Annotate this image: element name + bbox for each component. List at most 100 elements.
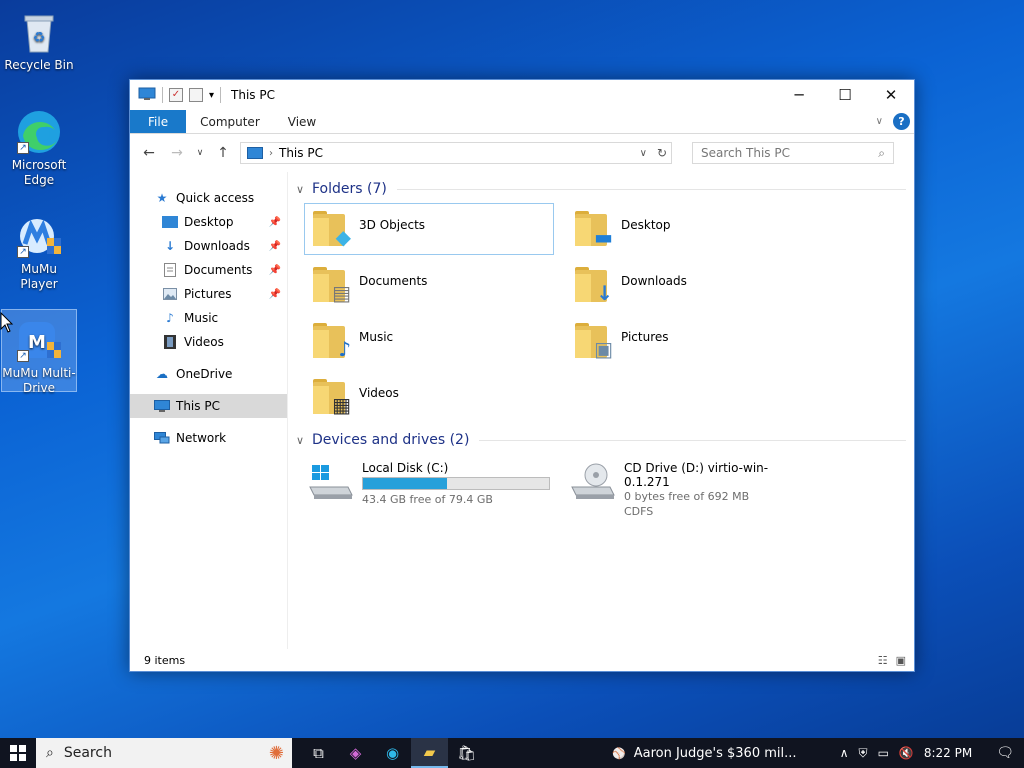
document-icon: [162, 263, 178, 277]
forward-button[interactable]: →: [166, 145, 188, 161]
edge-taskbar-icon[interactable]: ◉: [374, 738, 411, 768]
folder-documents[interactable]: ▤ Documents: [304, 259, 554, 311]
chevron-down-icon: ∨: [296, 433, 305, 447]
download-arrow-icon: ↓: [164, 239, 176, 253]
desktop-icon-recycle-bin[interactable]: ♻ Recycle Bin: [1, 8, 77, 73]
picture-icon: [162, 287, 178, 301]
drives-grid: Local Disk (C:) 43.4 GB free of 79.4 GB …: [296, 451, 906, 518]
search-input[interactable]: Search This PC ⌕: [692, 142, 894, 164]
folder-pictures[interactable]: ▣ Pictures: [566, 315, 816, 367]
3d-objects-folder-icon: ◆: [311, 208, 351, 248]
drive-local-disk-c[interactable]: Local Disk (C:) 43.4 GB free of 79.4 GB: [304, 457, 558, 513]
start-button[interactable]: [0, 738, 36, 768]
ribbon: File Computer View ∨ ?: [130, 110, 914, 134]
title-bar[interactable]: ✓ ▾ This PC ─ ☐ ✕: [130, 80, 914, 110]
nav-item-pictures[interactable]: Pictures 📌: [130, 282, 287, 306]
volume-muted-icon[interactable]: 🔇: [899, 746, 914, 760]
desktop-folder-icon: ▬: [573, 208, 613, 248]
svg-text:M: M: [28, 332, 46, 353]
shortcut-arrow-icon: ↗: [17, 246, 29, 258]
copilot-icon[interactable]: ◈: [337, 738, 374, 768]
maximize-button[interactable]: ☐: [822, 80, 868, 110]
desktop-icon-mumu-player[interactable]: ↗ MuMu Player: [1, 212, 77, 292]
refresh-icon[interactable]: ↻: [657, 146, 667, 160]
chevron-right-icon: ›: [269, 147, 273, 159]
drives-group-header[interactable]: ∨ Devices and drives (2): [296, 429, 906, 451]
tab-file[interactable]: File: [130, 110, 187, 133]
taskbar-search-box[interactable]: ⌕ Search ✺: [36, 738, 292, 768]
network-status-icon[interactable]: ▭: [878, 746, 889, 760]
hard-drive-icon: [308, 461, 354, 501]
folder-videos[interactable]: ▦ Videos: [304, 371, 554, 423]
drive-name: CD Drive (D:) virtio-win-0.1.271: [624, 461, 769, 489]
group-title: Devices and drives (2): [312, 432, 470, 448]
clock[interactable]: 8:22 PM: [924, 746, 972, 760]
close-button[interactable]: ✕: [868, 80, 914, 110]
nav-item-network[interactable]: Network: [130, 426, 287, 450]
task-view-icon[interactable]: ⧉: [300, 738, 337, 768]
nav-item-downloads[interactable]: ↓ Downloads 📌: [130, 234, 287, 258]
new-folder-icon[interactable]: [189, 88, 203, 102]
divider: [162, 87, 163, 103]
folder-desktop[interactable]: ▬ Desktop: [566, 203, 816, 255]
security-icon[interactable]: ⛨: [859, 746, 868, 761]
file-explorer-taskbar-icon[interactable]: ▰: [411, 738, 448, 768]
address-dropdown-icon[interactable]: ∨: [640, 148, 647, 159]
pin-icon: 📌: [268, 240, 281, 252]
up-button[interactable]: ↑: [212, 145, 234, 161]
folder-music[interactable]: ♪ Music: [304, 315, 554, 367]
properties-icon[interactable]: ✓: [169, 88, 183, 102]
nav-label: OneDrive: [176, 367, 233, 381]
window-controls: ─ ☐ ✕: [776, 80, 914, 110]
windows-logo-icon: [10, 745, 26, 761]
item-count: 9 items: [144, 653, 186, 667]
this-pc-icon: [138, 87, 156, 104]
address-bar[interactable]: › This PC ∨ ↻: [240, 142, 672, 164]
back-button[interactable]: ←: [138, 145, 160, 161]
folders-grid: ◆ 3D Objects ▬ Desktop ▤ Documents ↓ Dow…: [296, 200, 906, 423]
folder-3d-objects[interactable]: ◆ 3D Objects: [304, 203, 554, 255]
nav-item-desktop[interactable]: Desktop 📌: [130, 210, 287, 234]
tab-view[interactable]: View: [274, 110, 330, 133]
nav-label: Desktop: [184, 215, 234, 229]
store-icon[interactable]: 🛍: [448, 738, 485, 768]
search-placeholder: Search This PC: [701, 146, 790, 160]
drive-usage-bar: [362, 477, 550, 490]
expand-ribbon-icon[interactable]: ∨: [876, 116, 883, 127]
nav-item-videos[interactable]: Videos: [130, 330, 287, 354]
news-widget[interactable]: ⚾ Aaron Judge's $360 mil...: [612, 746, 797, 761]
mumu-player-icon: ↗: [15, 212, 63, 260]
customize-quick-access-icon[interactable]: ▾: [209, 90, 214, 101]
minimize-button[interactable]: ─: [776, 80, 822, 110]
details-view-icon[interactable]: ☷: [878, 654, 888, 667]
desktop-icon-label: Microsoft Edge: [11, 158, 67, 187]
nav-item-documents[interactable]: Documents 📌: [130, 258, 287, 282]
nav-item-music[interactable]: ♪ Music: [130, 306, 287, 330]
network-icon: [154, 431, 170, 445]
news-headline: Aaron Judge's $360 mil...: [633, 745, 797, 761]
show-hidden-icons-icon[interactable]: ∧: [840, 746, 849, 760]
desktop-icon-label: Recycle Bin: [4, 58, 74, 72]
notifications-icon[interactable]: 🗨: [996, 745, 1014, 761]
folders-group-header[interactable]: ∨ Folders (7): [296, 178, 906, 200]
nav-item-quick-access[interactable]: ★ Quick access: [130, 186, 287, 210]
nav-item-onedrive[interactable]: ☁ OneDrive: [130, 362, 287, 386]
nav-label: Pictures: [184, 287, 232, 301]
drive-free-space: 0 bytes free of 692 MB: [624, 490, 750, 503]
mumu-multi-drive-icon: M ↗: [15, 316, 63, 364]
nav-label: Downloads: [184, 239, 250, 253]
folder-downloads[interactable]: ↓ Downloads: [566, 259, 816, 311]
folder-name: 3D Objects: [359, 218, 426, 232]
nav-item-this-pc[interactable]: This PC: [130, 394, 287, 418]
film-icon: [162, 335, 178, 349]
tab-computer[interactable]: Computer: [186, 110, 274, 133]
drive-cd-d[interactable]: CD Drive (D:) virtio-win-0.1.271 0 bytes…: [566, 457, 816, 518]
large-icons-view-icon[interactable]: ▣: [896, 654, 906, 667]
quick-access-toolbar: ✓ ▾: [130, 87, 222, 104]
help-icon[interactable]: ?: [893, 113, 910, 130]
system-tray: ∧ ⛨ ▭ 🔇 8:22 PM 🗨: [840, 745, 1024, 761]
recent-locations-button[interactable]: ∨: [194, 148, 206, 158]
desktop-icon-label: MuMu Player: [20, 262, 58, 291]
desktop-icon-edge[interactable]: ↗ Microsoft Edge: [1, 108, 77, 188]
pin-icon: 📌: [268, 288, 281, 300]
